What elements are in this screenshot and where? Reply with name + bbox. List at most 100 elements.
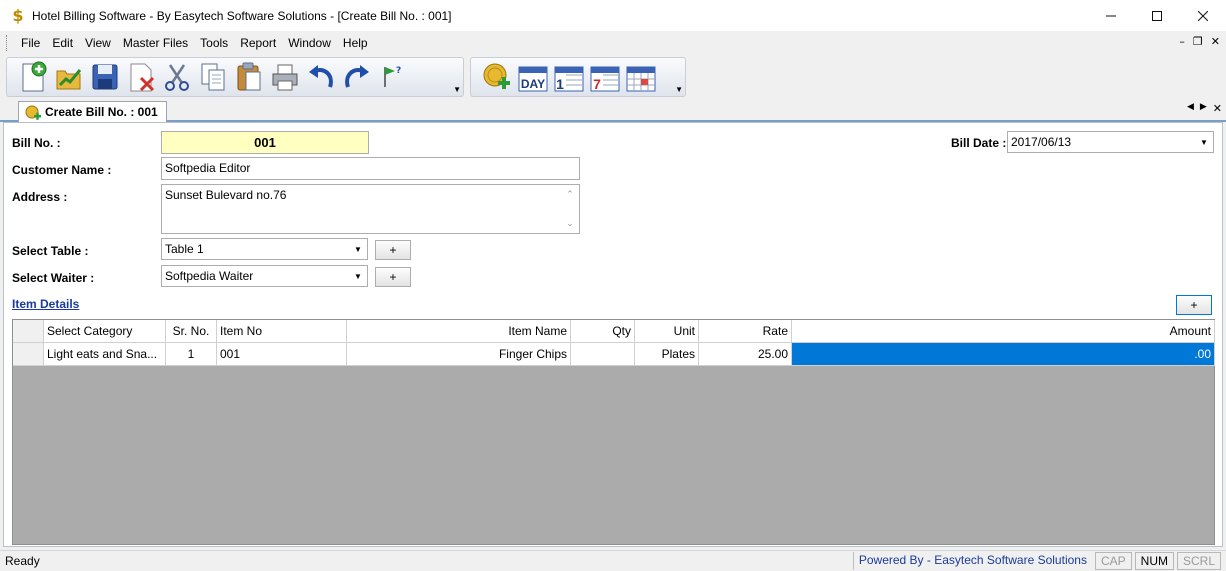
cell-sr-no[interactable]: 1 — [166, 343, 217, 366]
add-item-button[interactable]: + — [1176, 295, 1212, 315]
add-table-button[interactable]: + — [375, 240, 411, 260]
document-tab-strip: Create Bill No. : 001 ◀ ▶ ✕ — [0, 99, 1226, 122]
undo-icon — [309, 65, 333, 88]
address-textarea[interactable]: Sunset Bulevard no.76 ⌃ ⌄ — [161, 184, 580, 234]
bill-no-field[interactable]: 001 — [161, 131, 369, 154]
month-calendar-button[interactable]: 1 — [551, 59, 587, 95]
col-amount[interactable]: Amount — [792, 320, 1215, 343]
item-grid: Select Category Sr. No. Item No Item Nam… — [12, 319, 1215, 545]
week-calendar-button[interactable]: 7 — [587, 59, 623, 95]
bill-no-label: Bill No. : — [12, 136, 61, 150]
close-button[interactable] — [1180, 0, 1226, 31]
paste-icon — [237, 62, 261, 91]
mdi-minimize-icon[interactable]: – — [1179, 35, 1185, 48]
menu-edit[interactable]: Edit — [46, 36, 79, 50]
cut-icon — [165, 64, 189, 91]
chevron-down-icon[interactable]: ▼ — [350, 267, 366, 285]
menu-view[interactable]: View — [79, 36, 117, 50]
cell-unit[interactable]: Plates — [635, 343, 699, 366]
mdi-close-icon[interactable]: ✕ — [1211, 35, 1220, 48]
address-scrollbar[interactable]: ⌃ ⌄ — [562, 186, 578, 232]
menu-window[interactable]: Window — [282, 36, 337, 50]
copy-button[interactable] — [195, 59, 231, 95]
day-label: DAY — [521, 77, 545, 91]
customer-name-input[interactable]: Softpedia Editor — [161, 157, 580, 180]
item-details-link[interactable]: Item Details — [12, 297, 79, 311]
cell-category[interactable]: Light eats and Sna... — [44, 343, 166, 366]
menu-grip[interactable] — [6, 35, 9, 51]
col-qty[interactable]: Qty — [571, 320, 635, 343]
cell-qty[interactable] — [571, 343, 635, 366]
open-folder-icon — [56, 69, 82, 90]
menu-help[interactable]: Help — [337, 36, 374, 50]
scroll-up-icon[interactable]: ⌃ — [566, 189, 574, 200]
chevron-down-icon[interactable]: ▼ — [1196, 133, 1212, 151]
col-unit[interactable]: Unit — [635, 320, 699, 343]
svg-text:?: ? — [396, 66, 401, 76]
col-item-name[interactable]: Item Name — [347, 320, 571, 343]
row-header[interactable] — [13, 343, 44, 366]
table-select[interactable]: Table 1 ▼ — [161, 238, 368, 260]
toolbar-overflow-icon-2[interactable]: ▼ — [675, 85, 683, 94]
new-button[interactable] — [15, 59, 51, 95]
cell-item-name[interactable]: Finger Chips — [347, 343, 571, 366]
delete-icon — [130, 63, 155, 92]
minimize-button[interactable] — [1088, 0, 1134, 31]
bill-date-picker[interactable]: 2017/06/13 ▼ — [1007, 131, 1214, 153]
title-bar: $ Hotel Billing Software - By Easytech S… — [0, 0, 1226, 31]
menu-tools[interactable]: Tools — [194, 36, 234, 50]
save-icon — [92, 64, 118, 90]
mdi-restore-icon[interactable]: ❐ — [1193, 35, 1203, 48]
toolbar-overflow-icon[interactable]: ▼ — [453, 85, 461, 94]
day-calendar-icon: DAY — [518, 66, 548, 92]
scroll-lock-indicator: SCRL — [1176, 552, 1221, 570]
minimize-icon — [1106, 15, 1116, 16]
tab-create-bill[interactable]: Create Bill No. : 001 — [18, 101, 167, 122]
col-rate[interactable]: Rate — [699, 320, 792, 343]
tab-prev-icon[interactable]: ◀ — [1187, 102, 1194, 115]
undo-button[interactable] — [303, 59, 339, 95]
print-button[interactable] — [267, 59, 303, 95]
waiter-select-value: Softpedia Waiter — [165, 269, 254, 283]
add-waiter-button[interactable]: + — [375, 267, 411, 287]
col-sr-no[interactable]: Sr. No. — [166, 320, 217, 343]
tab-controls: ◀ ▶ ✕ — [1187, 102, 1222, 115]
chevron-down-icon[interactable]: ▼ — [350, 240, 366, 258]
tab-next-icon[interactable]: ▶ — [1200, 102, 1207, 115]
col-select-category[interactable]: Select Category — [44, 320, 166, 343]
toolbar-group-calendar: DAY 1 7 ▼ — [470, 57, 686, 97]
redo-button[interactable] — [339, 59, 375, 95]
maximize-button[interactable] — [1134, 0, 1180, 31]
bill-date-value: 2017/06/13 — [1011, 135, 1072, 149]
waiter-select[interactable]: Softpedia Waiter ▼ — [161, 265, 368, 287]
save-button[interactable] — [87, 59, 123, 95]
toolbar-group-main: ? ▼ — [6, 57, 464, 97]
calendar-grid-button[interactable] — [623, 59, 659, 95]
status-text: Ready — [5, 554, 40, 568]
week-calendar-7-icon: 7 — [590, 66, 620, 92]
customer-name-label: Customer Name : — [12, 163, 112, 177]
cell-amount[interactable]: .00 — [792, 343, 1215, 366]
cell-rate[interactable]: 25.00 — [699, 343, 792, 366]
day-calendar-button[interactable]: DAY — [515, 59, 551, 95]
menu-report[interactable]: Report — [234, 36, 282, 50]
add-coin-button[interactable] — [479, 59, 515, 95]
select-waiter-label: Select Waiter : — [12, 271, 95, 285]
calendar-grid-icon — [626, 66, 656, 92]
delete-button[interactable] — [123, 59, 159, 95]
scroll-down-icon[interactable]: ⌄ — [566, 218, 574, 229]
help-button[interactable]: ? — [375, 59, 411, 95]
open-button[interactable] — [51, 59, 87, 95]
dollar-icon: $ — [12, 5, 24, 25]
menu-file[interactable]: File — [15, 36, 46, 50]
table-row[interactable]: Light eats and Sna... 1 001 Finger Chips… — [13, 343, 1215, 366]
cell-item-no[interactable]: 001 — [217, 343, 347, 366]
paste-button[interactable] — [231, 59, 267, 95]
tab-close-icon[interactable]: ✕ — [1213, 102, 1222, 115]
menu-master-files[interactable]: Master Files — [117, 36, 194, 50]
caps-lock-indicator: CAP — [1094, 552, 1132, 570]
print-icon — [272, 64, 298, 91]
col-item-no[interactable]: Item No — [217, 320, 347, 343]
cut-button[interactable] — [159, 59, 195, 95]
maximize-icon — [1152, 10, 1162, 21]
